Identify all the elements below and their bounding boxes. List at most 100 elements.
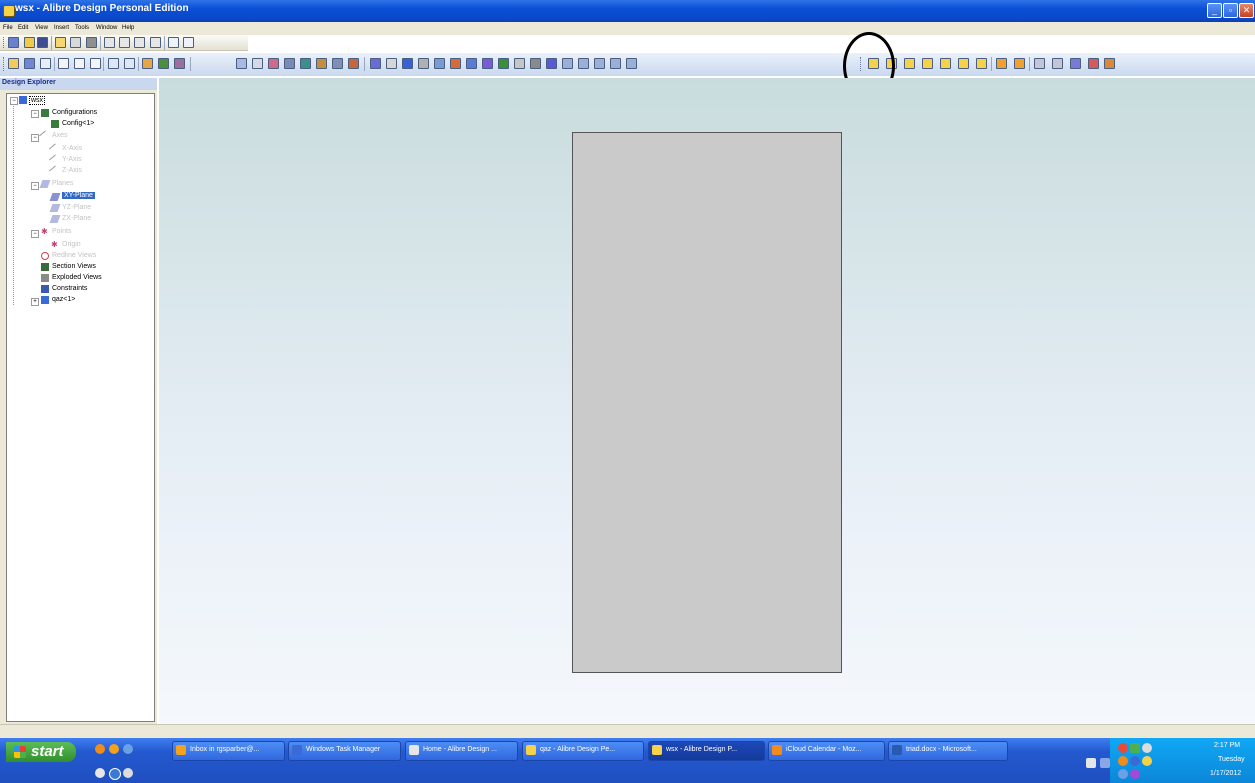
view-right-icon[interactable] bbox=[976, 58, 987, 69]
tree-item-config-1[interactable]: Config<1> bbox=[62, 120, 94, 127]
constraint-tool-icon[interactable] bbox=[386, 58, 397, 69]
security-tray-icon[interactable] bbox=[1118, 743, 1128, 753]
check-icon[interactable] bbox=[158, 58, 169, 69]
table-icon[interactable] bbox=[530, 58, 541, 69]
zoom-icon[interactable] bbox=[58, 58, 69, 69]
minimize-button[interactable]: _ bbox=[1207, 3, 1222, 18]
task-home-alibre[interactable]: Home - Alibre Design ... bbox=[405, 741, 518, 761]
tree-item-planes[interactable]: Planes bbox=[52, 180, 73, 187]
explode-icon[interactable] bbox=[434, 58, 445, 69]
display-icon[interactable] bbox=[174, 58, 185, 69]
expand-icon[interactable]: + bbox=[31, 298, 39, 306]
sketch-icon[interactable] bbox=[300, 58, 311, 69]
equation-icon[interactable] bbox=[514, 58, 525, 69]
open-icon[interactable] bbox=[24, 37, 35, 48]
delete-icon[interactable] bbox=[150, 37, 161, 48]
perspective-icon[interactable] bbox=[1104, 58, 1115, 69]
copy-icon[interactable] bbox=[119, 37, 130, 48]
tree-item-origin[interactable]: Origin bbox=[62, 241, 81, 248]
tree-item-constraints[interactable]: Constraints bbox=[52, 285, 87, 292]
interference-icon[interactable] bbox=[578, 58, 589, 69]
wireframe-icon[interactable] bbox=[1034, 58, 1045, 69]
app-icon[interactable] bbox=[3, 5, 15, 17]
task-wsx-alibre[interactable]: wsx - Alibre Design P... bbox=[648, 741, 765, 761]
previous-view-icon[interactable] bbox=[108, 58, 119, 69]
toolbar-grip[interactable] bbox=[3, 57, 6, 71]
print-icon[interactable] bbox=[86, 37, 97, 48]
notification-tray-icon[interactable] bbox=[1142, 756, 1152, 766]
tree-item-section-views[interactable]: Section Views bbox=[52, 263, 96, 270]
annotation-icon[interactable] bbox=[546, 58, 557, 69]
collapse-icon[interactable]: − bbox=[31, 110, 39, 118]
grid-icon[interactable] bbox=[418, 58, 429, 69]
point-tool-icon[interactable] bbox=[268, 58, 279, 69]
insert-part-icon[interactable] bbox=[402, 58, 413, 69]
shaded-icon[interactable] bbox=[1070, 58, 1081, 69]
save-icon[interactable] bbox=[37, 37, 48, 48]
select-icon[interactable] bbox=[8, 58, 19, 69]
display-tray-icon[interactable] bbox=[1130, 756, 1140, 766]
zoom-window-icon[interactable] bbox=[74, 58, 85, 69]
material-icon[interactable] bbox=[466, 58, 477, 69]
flip-view-icon[interactable] bbox=[1014, 58, 1025, 69]
menu-file[interactable]: File bbox=[3, 25, 13, 31]
menu-view[interactable]: View bbox=[35, 25, 48, 31]
tree-item-y-axis[interactable]: Y-Axis bbox=[62, 156, 82, 163]
tree-item-points[interactable]: Points bbox=[52, 228, 71, 235]
property-icon[interactable] bbox=[498, 58, 509, 69]
task-qaz-alibre[interactable]: qaz - Alibre Design Pe... bbox=[522, 741, 644, 761]
tree-item-z-axis[interactable]: Z-Axis bbox=[62, 167, 82, 174]
clock-time[interactable]: 2:17 PM bbox=[1214, 742, 1240, 749]
menu-insert[interactable]: Insert bbox=[54, 25, 69, 31]
bluetooth-tray-icon[interactable] bbox=[1118, 769, 1128, 779]
view-back-icon[interactable] bbox=[904, 58, 915, 69]
tree-item-redline-views[interactable]: Redline Views bbox=[52, 252, 96, 259]
hidden-line-icon[interactable] bbox=[1052, 58, 1063, 69]
menu-edit[interactable]: Edit bbox=[18, 25, 28, 31]
cut-icon[interactable] bbox=[104, 37, 115, 48]
collapse-icon[interactable]: − bbox=[31, 230, 39, 238]
task-triad-docx[interactable]: triad.docx - Microsoft... bbox=[888, 741, 1008, 761]
pattern-icon[interactable] bbox=[348, 58, 359, 69]
tree-item-x-axis[interactable]: X-Axis bbox=[62, 145, 82, 152]
new-icon[interactable] bbox=[8, 37, 19, 48]
tree-item-qaz-1[interactable]: qaz<1> bbox=[52, 296, 75, 303]
firefox-icon[interactable] bbox=[95, 744, 105, 754]
options-icon[interactable] bbox=[610, 58, 621, 69]
mass-icon[interactable] bbox=[594, 58, 605, 69]
volume-tray-icon[interactable] bbox=[1142, 743, 1152, 753]
task-icloud-calendar[interactable]: iCloud Calendar - Moz... bbox=[768, 741, 885, 761]
language-icon[interactable] bbox=[1100, 758, 1110, 768]
rotate-icon[interactable] bbox=[40, 58, 51, 69]
analysis-icon[interactable] bbox=[562, 58, 573, 69]
antivirus-tray-icon[interactable] bbox=[1130, 769, 1140, 779]
menu-tools[interactable]: Tools bbox=[75, 25, 89, 31]
maximize-button[interactable]: ▫ bbox=[1223, 3, 1238, 18]
tree-item-xy-plane[interactable]: XY-Plane bbox=[62, 192, 95, 199]
view-left-icon[interactable] bbox=[958, 58, 969, 69]
tree-item-configurations[interactable]: Configurations bbox=[52, 109, 97, 116]
pan-icon[interactable] bbox=[24, 58, 35, 69]
tree-item-zx-plane[interactable]: ZX-Plane bbox=[62, 215, 91, 222]
menu-help[interactable]: Help bbox=[122, 25, 134, 31]
next-view-icon[interactable] bbox=[124, 58, 135, 69]
redo-icon[interactable] bbox=[183, 37, 194, 48]
collapse-icon[interactable]: − bbox=[31, 182, 39, 190]
feature-icon[interactable] bbox=[284, 58, 295, 69]
measure-icon[interactable] bbox=[142, 58, 153, 69]
settings-icon[interactable] bbox=[123, 768, 133, 778]
help-icon[interactable] bbox=[109, 768, 121, 780]
section-tool-icon[interactable] bbox=[450, 58, 461, 69]
task-task-manager[interactable]: Windows Task Manager bbox=[288, 741, 401, 761]
show-desktop-icon[interactable] bbox=[95, 768, 105, 778]
menu-window[interactable]: Window bbox=[96, 25, 117, 31]
dimension-icon[interactable] bbox=[316, 58, 327, 69]
tree-item-yz-plane[interactable]: YZ-Plane bbox=[62, 204, 91, 211]
tree-item-wsx[interactable]: wsx bbox=[29, 96, 46, 105]
measure-distance-icon[interactable] bbox=[626, 58, 637, 69]
close-button[interactable]: ✕ bbox=[1239, 3, 1254, 18]
render-icon[interactable] bbox=[482, 58, 493, 69]
paste-icon[interactable] bbox=[134, 37, 145, 48]
ie-icon[interactable] bbox=[123, 744, 133, 754]
tree-item-exploded-views[interactable]: Exploded Views bbox=[52, 274, 102, 281]
